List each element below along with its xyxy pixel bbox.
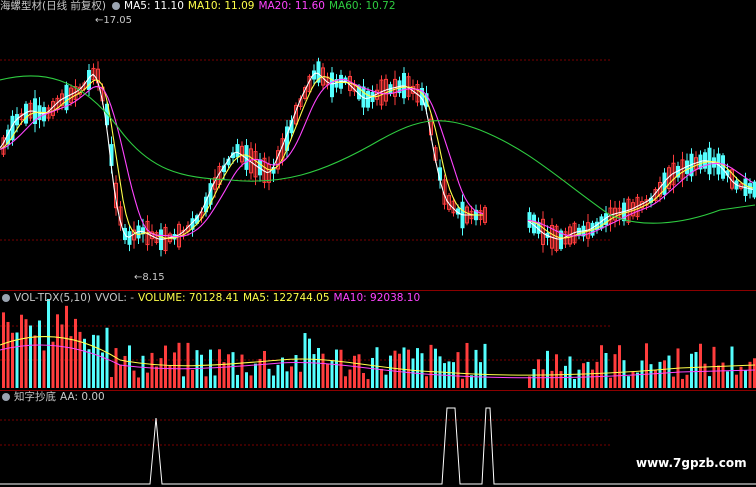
volume-value: VOLUME: 70128.41 <box>138 292 239 304</box>
low-price-label: ←8.15 <box>134 272 165 283</box>
vol-indicator-name: VOL-TDX(5,10) <box>14 292 92 304</box>
vvol-value: VVOL: - <box>95 292 134 304</box>
settings-circle-icon[interactable] <box>2 393 10 401</box>
high-price-label: ←17.05 <box>95 15 133 26</box>
volume-header: VOL-TDX(5,10) VVOL: - VOLUME: 70128.41 MA5:… <box>0 292 424 305</box>
ma60-value: MA60: 10.72 <box>328 0 396 12</box>
high-price-value: 17.05 <box>103 15 133 26</box>
indicator-name: 知字抄底 <box>14 391 56 403</box>
vol-ma5-value: MA5: 122744.05 <box>242 292 330 304</box>
volume-bars <box>0 298 756 388</box>
indicator-line <box>0 407 756 485</box>
indicator-header: 知字抄底 AA: 0.00 <box>0 391 109 404</box>
stock-title: 海螺型材(日线 前复权) <box>0 0 107 12</box>
ma20-value: MA20: 11.60 <box>258 0 325 12</box>
settings-circle-icon[interactable] <box>2 294 10 302</box>
low-price-value: 8.15 <box>142 272 165 283</box>
ma5-value: MA5: 11.10 <box>124 0 184 12</box>
divider-main-vol <box>0 290 756 291</box>
candlesticks <box>1 57 756 257</box>
watermark: www.7gpzb.com <box>636 456 747 470</box>
chart-canvas[interactable] <box>0 0 756 487</box>
divider-vol-ind <box>0 390 756 391</box>
settings-circle-icon[interactable] <box>112 2 121 10</box>
main-header: 海螺型材(日线 前复权) MA5: 11.10 MA10: 11.09 MA20: 1… <box>0 0 400 13</box>
ma10-value: MA10: 11.09 <box>187 0 255 12</box>
vol-ma10-value: MA10: 92038.10 <box>333 292 421 304</box>
aa-value: AA: 0.00 <box>60 391 105 403</box>
